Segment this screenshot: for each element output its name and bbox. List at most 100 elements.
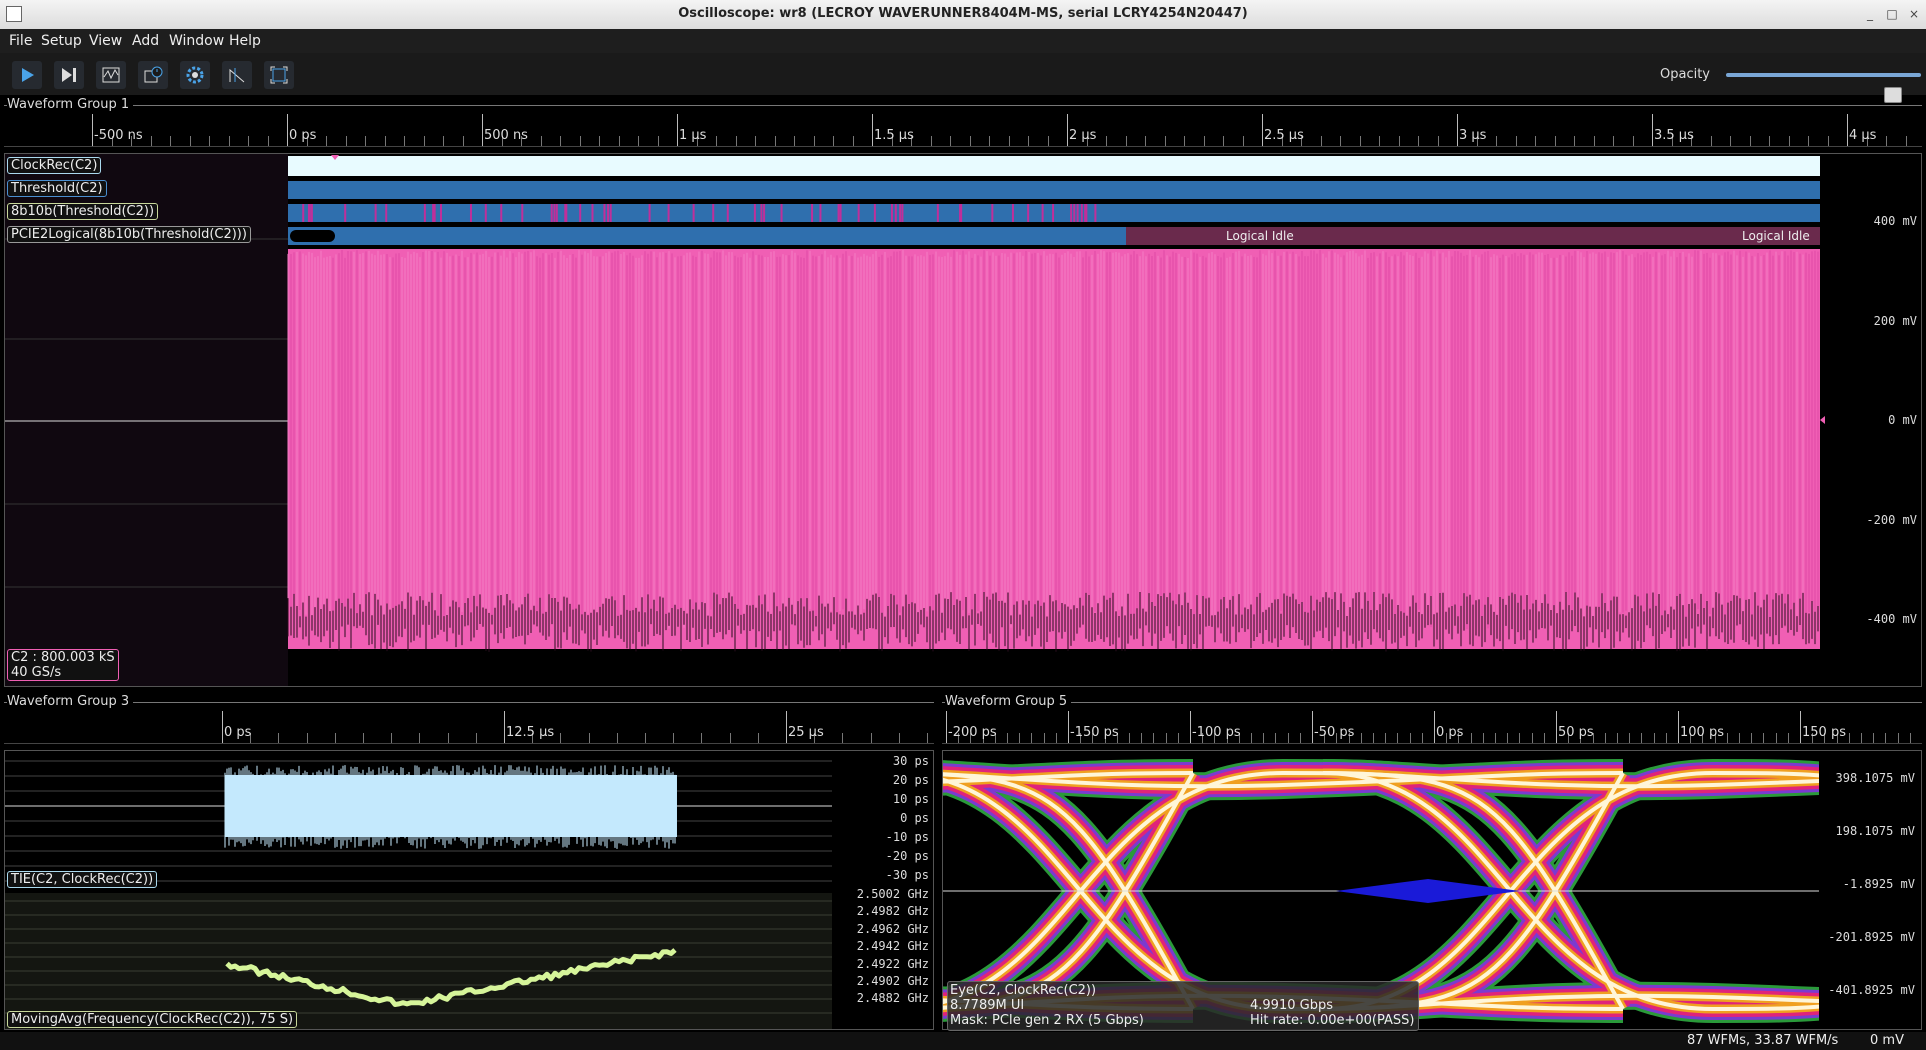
g1-minor-tick (189, 136, 191, 146)
fullscreen-icon[interactable] (264, 61, 294, 89)
eye-mask-name: Mask: PCIe gen 2 RX (5 Gbps) (950, 1013, 1144, 1028)
g1-minor-tick (1554, 136, 1556, 146)
menu-window[interactable]: Window (169, 33, 224, 49)
eye-info-box[interactable]: Eye(C2, ClockRec(C2)) 8.7789M UI 4.9910 … (947, 981, 1419, 1031)
opacity-slider[interactable] (1726, 73, 1921, 103)
wfm-rate-status: 87 WFMs, 33.87 WFM/s (1687, 1033, 1839, 1048)
g5-minor-tick (1861, 733, 1862, 743)
menu-view[interactable]: View (89, 33, 122, 49)
symbol-marker (837, 204, 840, 222)
g5-minor-tick (1385, 733, 1387, 743)
symbol-marker (310, 204, 313, 222)
symbol-marker (307, 204, 310, 222)
g1-minor-tick (1418, 136, 1419, 146)
g1-tick (482, 114, 483, 146)
y-axis-label: 2.4902 GHz (856, 974, 929, 988)
g5-tick-label: 100 ps (1680, 725, 1724, 740)
g5-tick-label: 150 ps (1802, 725, 1846, 740)
symbol-marker (899, 204, 902, 222)
g1-minor-tick (1496, 136, 1497, 146)
g5-minor-tick (1177, 733, 1179, 743)
g3-minor-tick (927, 733, 928, 743)
g1-minor-tick (462, 136, 464, 146)
eye-name: Eye(C2, ClockRec(C2)) (950, 983, 1097, 998)
g1-minor-tick (1593, 136, 1595, 146)
symbol-marker (1076, 204, 1079, 222)
g5-tick (946, 711, 947, 743)
group1-plot-area[interactable]: ClockRec(C2) Threshold(C2) 8b10b(Thresho… (4, 153, 1922, 687)
channel-tag-pcie-logical[interactable]: PCIE2Logical(8b10b(Threshold(C2))) (7, 226, 251, 243)
g5-minor-tick (1397, 733, 1399, 743)
g1-minor-tick (1535, 136, 1536, 146)
g1-minor-tick (1106, 136, 1107, 146)
symbol-marker (609, 204, 612, 222)
g5-minor-tick (1641, 733, 1643, 743)
freq-trace-tag[interactable]: MovingAvg(Frequency(ClockRec(C2)), 75 S) (7, 1011, 298, 1028)
y-axis-label: 2.4982 GHz (856, 904, 929, 919)
g5-tick (1556, 711, 1557, 743)
symbol-marker (603, 204, 606, 222)
channel-info-box[interactable]: C2 : 800.003 kS 40 GS/s (7, 649, 119, 681)
symbol-marker (712, 204, 715, 222)
symbol-marker (550, 204, 553, 222)
group1-time-ruler[interactable]: -500 ns 0 ps 500 ns 1 µs 1.5 µs 2 µs 2.5 µs 3 µ… (4, 114, 1922, 147)
menu-help[interactable]: Help (229, 33, 261, 49)
g5-minor-tick (1629, 733, 1631, 743)
history-icon[interactable] (138, 61, 168, 89)
menu-bar: File Setup View Add Window Help (0, 29, 1926, 53)
play-icon[interactable] (12, 61, 42, 89)
settings-icon[interactable] (180, 61, 210, 89)
g5-minor-tick (1421, 733, 1423, 743)
channel-tag-threshold[interactable]: Threshold(C2) (7, 180, 107, 197)
g1-tick-label: 2 µs (1069, 128, 1097, 143)
g1-tick (1457, 114, 1458, 146)
y-axis-label: 30 ps (892, 754, 929, 768)
clockrec-trace (288, 156, 1820, 176)
menu-setup[interactable]: Setup (41, 33, 82, 49)
g5-minor-tick (1141, 733, 1143, 743)
maximize-icon[interactable]: □ (1884, 6, 1900, 22)
group5-plot-area[interactable]: 398.1075 mV 198.1075 mV -1.8925 mV -201.892… (942, 750, 1922, 1031)
g5-minor-tick (1055, 733, 1057, 743)
g1-tick (92, 114, 93, 146)
channel-tag-clockrec[interactable]: ClockRec(C2) (7, 157, 102, 174)
g1-minor-tick (404, 136, 405, 146)
g1-minor-tick (1808, 136, 1809, 146)
g1-tick-label: 1 µs (679, 128, 707, 143)
opacity-slider-thumb[interactable] (1883, 87, 1902, 103)
g3-minor-tick (898, 733, 900, 743)
minimize-icon[interactable]: _ (1862, 6, 1878, 22)
g1-minor-tick (267, 136, 269, 146)
eye-hit-rate: Hit rate: 0.00e+00(PASS) (1250, 1013, 1415, 1028)
g1-minor-tick (1437, 136, 1439, 146)
close-icon[interactable]: × (1906, 6, 1922, 22)
menu-add[interactable]: Add (132, 33, 159, 49)
menu-file[interactable]: File (9, 33, 32, 49)
g3-minor-tick (391, 733, 393, 743)
group5-time-ruler[interactable]: -200 ps -150 ps -100 ps -50 ps 0 ps 50 ps 100 … (942, 711, 1922, 744)
g5-minor-tick (1543, 733, 1545, 743)
g5-minor-tick (1251, 733, 1252, 743)
symbol-marker (1041, 204, 1044, 222)
g1-minor-tick (638, 136, 639, 146)
waveform-icon[interactable] (96, 61, 126, 89)
g5-minor-tick (1287, 733, 1289, 743)
step-icon[interactable] (54, 61, 84, 89)
channel-tag-8b10b[interactable]: 8b10b(Threshold(C2)) (7, 203, 159, 220)
g5-minor-tick (1495, 733, 1496, 743)
g5-minor-tick (1751, 733, 1753, 743)
symbol-marker (591, 204, 594, 222)
g5-minor-tick (1653, 733, 1655, 743)
symbol-marker (579, 204, 582, 222)
group3-plot-area[interactable]: TIE(C2, ClockRec(C2)) MovingAvg(Frequenc… (4, 750, 934, 1030)
g5-tick-label: -50 ps (1314, 725, 1355, 740)
g1-tick-label: -500 ns (94, 128, 143, 143)
tie-trace-tag[interactable]: TIE(C2, ClockRec(C2)) (7, 871, 158, 888)
trigger-icon[interactable] (222, 61, 252, 89)
group3-time-ruler[interactable]: 0 ps 12.5 µs 25 µs (4, 711, 934, 744)
g5-minor-tick (1897, 733, 1899, 743)
g5-minor-tick (1617, 733, 1618, 743)
g1-minor-tick (326, 136, 327, 146)
group3-label: Waveform Group 3 (7, 694, 134, 709)
y-label-400mv: 400 mV (1873, 214, 1917, 228)
